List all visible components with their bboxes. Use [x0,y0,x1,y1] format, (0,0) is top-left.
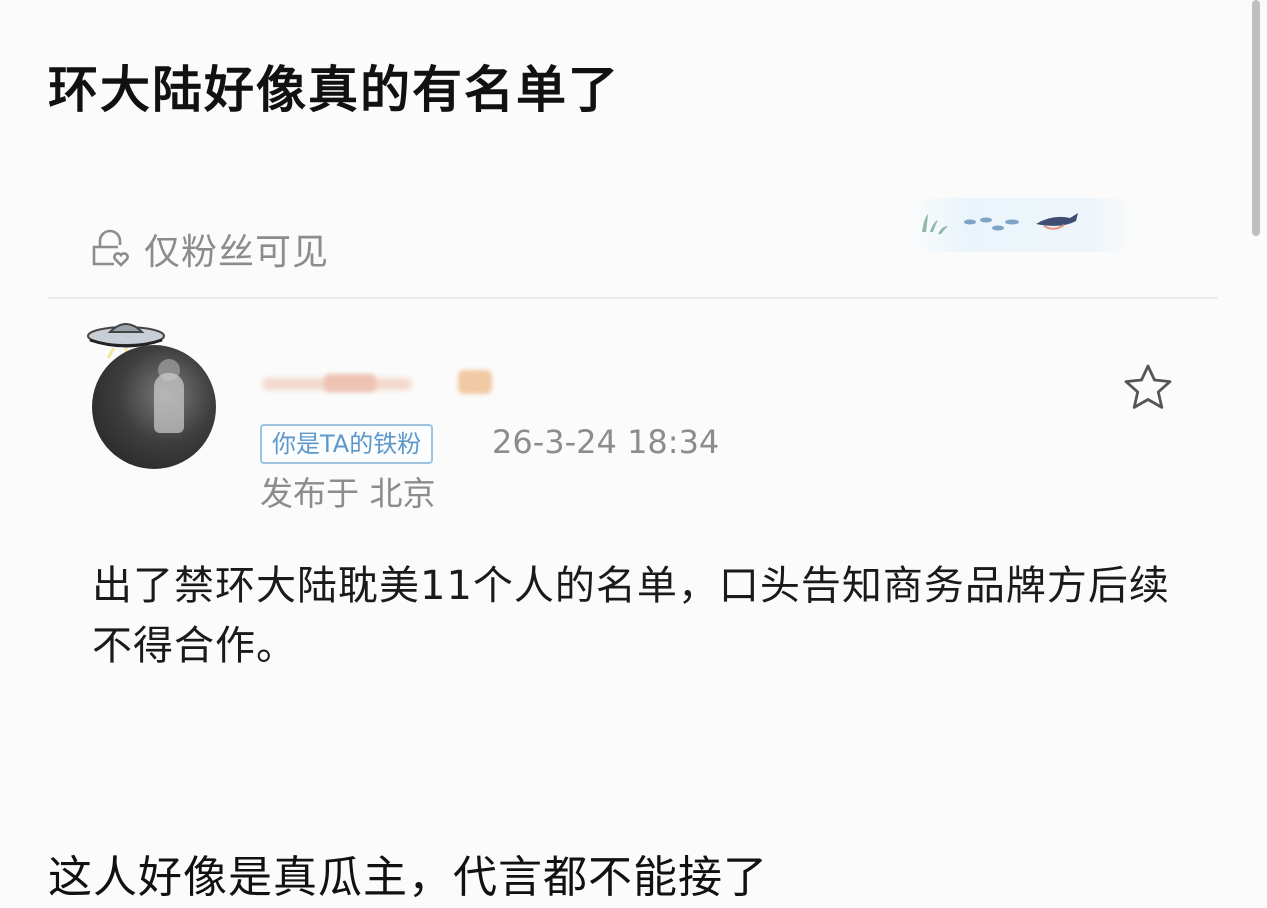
visibility-indicator: 仅粉丝可见 [88,224,329,274]
avatar[interactable] [84,318,224,469]
page-title: 环大陆好像真的有名单了 [48,61,620,119]
sea-decoration [908,198,1138,252]
lock-heart-icon [88,227,132,271]
scrollbar[interactable] [1252,0,1260,236]
visibility-label: 仅粉丝可见 [144,232,330,273]
post-timestamp: 26-3-24 18:34 [492,423,720,461]
fan-badge[interactable]: 你是TA的铁粉 [260,424,434,464]
post-body: 出了禁环大陆耽美11个人的名单，口头告知商务品牌方后续不得合作。 [92,563,1170,669]
divider [48,297,1218,299]
caption-comment: 这人好像是真瓜主，代言都不能接了 [48,852,768,903]
avatar-photo [92,345,216,469]
post-location: 发布于 北京 [260,474,436,513]
star-outline-icon[interactable] [1122,362,1174,412]
username-redacted[interactable] [262,364,502,400]
